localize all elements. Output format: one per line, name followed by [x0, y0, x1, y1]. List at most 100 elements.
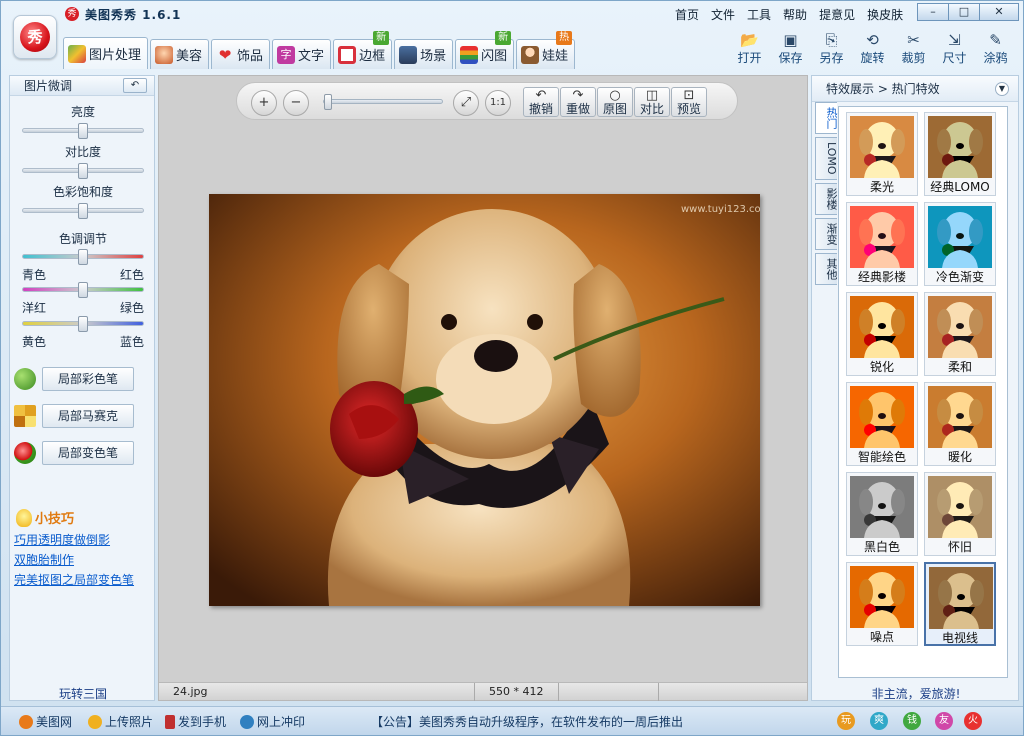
save-button[interactable]: ▣ 保存 — [770, 31, 811, 67]
saturation-slider[interactable] — [22, 203, 144, 219]
effect-thumb[interactable]: 暖化 — [924, 382, 996, 466]
blue-label: 蓝色 — [120, 335, 145, 349]
brightness-thumb[interactable] — [78, 123, 88, 139]
upload-photo-link[interactable]: 上传照片 — [88, 713, 153, 730]
flash-icon — [460, 45, 479, 64]
promo-link-right[interactable]: 非主流，爱旅游! — [812, 685, 1020, 702]
tip-link-reflection[interactable]: 巧用透明度做倒影 — [14, 531, 110, 548]
tab-doll[interactable]: 热 娃娃 — [516, 31, 576, 69]
photo-canvas[interactable]: www.tuyi123.com — [209, 194, 760, 606]
folder-icon: 📂 — [740, 31, 759, 49]
zoom-in-button[interactable]: + — [251, 90, 277, 116]
reset-icon[interactable]: ↶ — [123, 78, 147, 93]
cool-circle-icon[interactable]: 爽 — [870, 712, 888, 730]
color-tone-control: 色调调节 青色 红色 洋红 绿色 黄色 蓝色 — [10, 231, 156, 349]
tip-link-twins[interactable]: 双胞胎制作 — [14, 551, 74, 568]
zoom-out-button[interactable]: − — [283, 90, 309, 116]
effect-label: 锐化 — [869, 360, 894, 374]
effect-preview — [928, 386, 992, 448]
save-as-button[interactable]: ⎘ 另存 — [811, 31, 852, 67]
menu-help[interactable]: 帮助 — [783, 6, 807, 23]
preview-button[interactable]: ⊡ 预览 — [671, 87, 707, 117]
maximize-button[interactable]: □ — [948, 3, 980, 21]
effect-thumb[interactable]: 黑白色 — [846, 472, 918, 556]
effect-thumb[interactable]: 经典影楼 — [846, 202, 918, 286]
vtab-lomo[interactable]: LOMO — [815, 137, 838, 180]
announcement[interactable]: 【公告】美图秀秀自动升级程序，在软件发布的一周后推出 — [371, 713, 683, 730]
tab-scene[interactable]: 场景 — [394, 39, 454, 69]
tab-text[interactable]: 字 文字 — [272, 39, 332, 69]
tab-accessories[interactable]: ❤ 饰品 — [211, 39, 271, 69]
tab-flash[interactable]: 新 闪图 — [455, 31, 515, 69]
play-circle-icon[interactable]: 玩 — [837, 712, 855, 730]
saturation-thumb[interactable] — [78, 203, 88, 219]
redo-button[interactable]: ↷ 重做 — [560, 87, 596, 117]
tab-beauty[interactable]: 美容 — [150, 39, 210, 69]
effect-thumb[interactable]: 柔和 — [924, 292, 996, 376]
yellow-blue-thumb[interactable] — [78, 316, 88, 332]
magenta-green-thumb[interactable] — [78, 282, 88, 298]
cyan-red-thumb[interactable] — [78, 249, 88, 265]
vtab-other[interactable]: 其他 — [815, 252, 838, 285]
effect-thumb[interactable]: 柔光 — [846, 112, 918, 196]
close-button[interactable]: ✕ — [979, 3, 1019, 21]
menu-home[interactable]: 首页 — [675, 6, 699, 23]
brightness-slider[interactable] — [22, 123, 144, 139]
compare-button[interactable]: ◫ 对比 — [634, 87, 670, 117]
tab-frame[interactable]: 新 边框 — [333, 31, 393, 69]
money-circle-icon[interactable]: 钱 — [903, 712, 921, 730]
friend-circle-icon[interactable]: 友 — [935, 712, 953, 730]
yellow-blue-slider[interactable] — [22, 316, 144, 332]
undo-button[interactable]: ↶ 撤销 — [523, 87, 559, 117]
vtab-studio[interactable]: 影楼 — [815, 182, 838, 215]
original-button[interactable]: ○ 原图 — [597, 87, 633, 117]
lightbulb-icon — [16, 508, 32, 527]
color-tone-label: 色调调节 — [58, 232, 107, 246]
app-window: 秀 秀 美图秀秀 1.6.1 首页 文件 工具 帮助 提意见 换皮肤 – □ ✕… — [0, 0, 1024, 736]
status-empty-2 — [659, 683, 807, 701]
minimize-button[interactable]: – — [917, 3, 949, 21]
menu-feedback[interactable]: 提意见 — [819, 6, 855, 23]
effect-thumb[interactable]: 怀旧 — [924, 472, 996, 556]
fire-circle-icon[interactable]: 火 — [964, 712, 982, 730]
effect-thumb[interactable]: 锐化 — [846, 292, 918, 376]
effect-thumb[interactable]: 冷色渐变 — [924, 202, 996, 286]
color-pen-button[interactable]: 局部彩色笔 — [42, 367, 134, 391]
fit-button[interactable]: ⤢ — [453, 90, 479, 116]
tab-label: 图片处理 — [89, 48, 142, 63]
effect-thumb[interactable]: 电视线 — [924, 562, 996, 646]
zoom-slider[interactable] — [323, 94, 443, 110]
resize-button[interactable]: ⇲ 尺寸 — [934, 31, 975, 67]
crop-button[interactable]: ✂ 裁剪 — [893, 31, 934, 67]
cyan-red-slider[interactable] — [22, 249, 144, 265]
zoom-thumb[interactable] — [324, 94, 332, 110]
zoom-in-icon: + — [258, 95, 270, 110]
menu-file[interactable]: 文件 — [711, 6, 735, 23]
tab-image-process[interactable]: 图片处理 — [63, 37, 149, 69]
change-color-button[interactable]: 局部变色笔 — [42, 441, 134, 465]
promo-link[interactable]: 玩转三国 — [10, 685, 156, 702]
print-online-link[interactable]: 网上冲印 — [240, 713, 305, 730]
tip-link-cutout[interactable]: 完美抠图之局部变色笔 — [14, 571, 134, 588]
effect-thumb[interactable]: 噪点 — [846, 562, 918, 646]
actual-size-button[interactable]: 1:1 — [485, 90, 511, 116]
meitu-net-link[interactable]: 美图网 — [19, 713, 72, 730]
chevron-down-icon[interactable]: ▼ — [995, 82, 1009, 96]
upload-icon — [88, 714, 102, 729]
zoom-out-icon: − — [290, 95, 302, 110]
doodle-button[interactable]: ✎ 涂鸦 — [975, 31, 1016, 67]
rotate-button[interactable]: ⟲ 旋转 — [852, 31, 893, 67]
effect-thumb[interactable]: 经典LOMO — [924, 112, 996, 196]
send-phone-link[interactable]: 发到手机 — [165, 713, 226, 730]
menu-skin[interactable]: 换皮肤 — [867, 6, 903, 23]
open-button[interactable]: 📂 打开 — [729, 31, 770, 67]
menu-tools[interactable]: 工具 — [747, 6, 771, 23]
magenta-green-slider[interactable] — [22, 282, 144, 298]
contrast-thumb[interactable] — [78, 163, 88, 179]
undo-icon: ↶ — [535, 88, 547, 103]
contrast-slider[interactable] — [22, 163, 144, 179]
vtab-hot[interactable]: 热门 — [815, 102, 838, 134]
vtab-gradient[interactable]: 渐变 — [815, 217, 838, 250]
effect-thumb[interactable]: 智能绘色 — [846, 382, 918, 466]
mosaic-button[interactable]: 局部马赛克 — [42, 404, 134, 428]
